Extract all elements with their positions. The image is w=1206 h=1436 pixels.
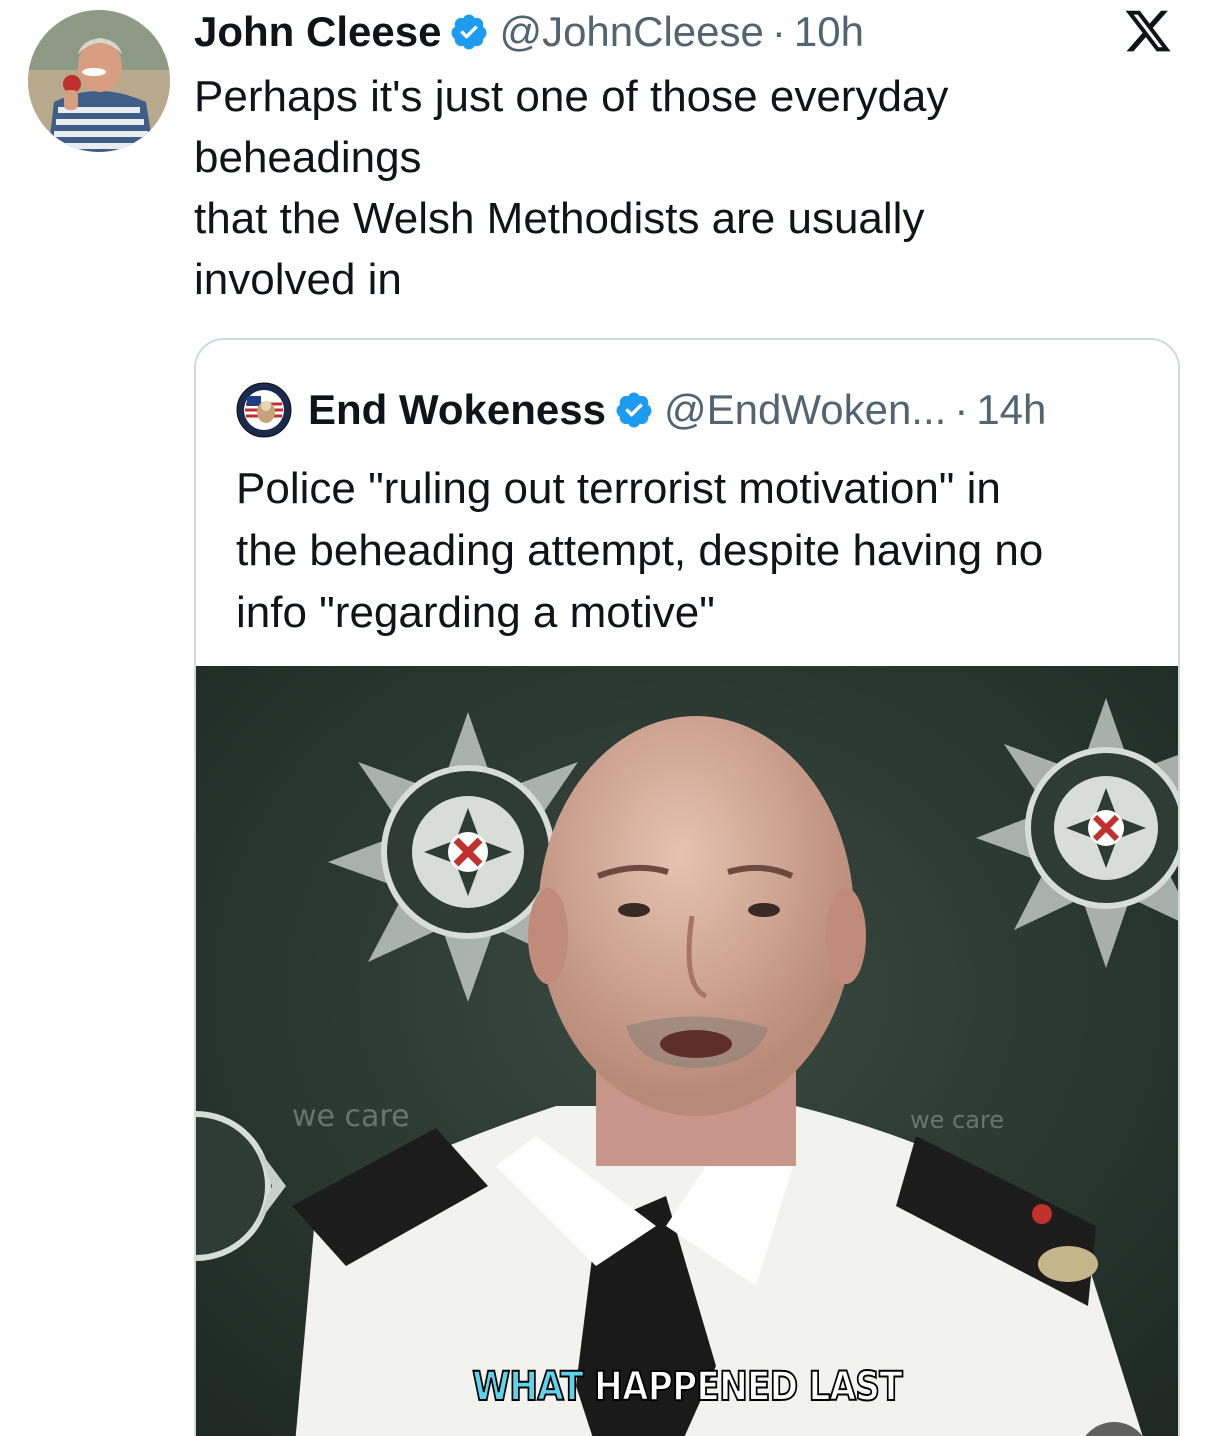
x-logo-icon xyxy=(1125,10,1171,52)
quoted-author-avatar[interactable] xyxy=(236,382,292,438)
quoted-tweet-text: Police "ruling out terrorist motivation"… xyxy=(236,458,1156,644)
mute-button[interactable] xyxy=(1078,1422,1150,1436)
backdrop-text-right: we care xyxy=(910,1106,1004,1134)
tweet-text-line: beheadings xyxy=(194,133,422,182)
author-avatar[interactable] xyxy=(28,10,170,152)
tweet-text-line: Perhaps it's just one of those everyday xyxy=(194,72,949,121)
backdrop-text-left: we care xyxy=(292,1099,410,1134)
tweet-text-line: involved in xyxy=(194,255,402,304)
separator-dot: · xyxy=(771,8,786,55)
mute-icon xyxy=(1078,1422,1150,1436)
caption-text: HAPPENED LAST xyxy=(593,1363,903,1411)
avatar-image xyxy=(28,10,170,152)
tweet-text-line: that the Welsh Methodists are usually xyxy=(194,194,925,243)
tweet-text: Perhaps it's just one of those everyday … xyxy=(194,66,1134,310)
author-name[interactable]: John Cleese xyxy=(194,8,441,56)
tweet-header: John Cleese @JohnCleese · 10h xyxy=(194,4,864,60)
quoted-author-handle[interactable]: @EndWoken... xyxy=(664,386,946,434)
video-caption: WHAT HAPPENED LAST xyxy=(265,1363,1110,1411)
caption-word-highlight: WHAT xyxy=(471,1363,584,1411)
tweet-screenshot: John Cleese @JohnCleese · 10h Perhaps it… xyxy=(0,0,1206,1436)
quoted-tweet-time[interactable]: 14h xyxy=(976,386,1046,434)
verified-badge-icon xyxy=(451,14,487,50)
author-handle[interactable]: @JohnCleese xyxy=(499,8,763,56)
quoted-text-line: Police "ruling out terrorist motivation"… xyxy=(236,464,1001,513)
verified-badge-icon xyxy=(616,392,652,428)
quoted-tweet-header: End Wokeness @EndWoken... · 14h xyxy=(236,382,1046,438)
quoted-text-line: the beheading attempt, despite having no xyxy=(236,526,1044,575)
quoted-text-line: info "regarding a motive" xyxy=(236,588,715,637)
separator-dot: · xyxy=(954,386,969,433)
quoted-tweet-card[interactable]: End Wokeness @EndWoken... · 14h Police "… xyxy=(194,338,1180,1436)
quoted-author-name[interactable]: End Wokeness xyxy=(308,386,606,434)
video-frame: we care we care xyxy=(196,666,1178,1436)
video-player[interactable]: we care we care WHAT HAPPENED LAST xyxy=(196,666,1178,1436)
tweet-time[interactable]: 10h xyxy=(794,8,864,56)
